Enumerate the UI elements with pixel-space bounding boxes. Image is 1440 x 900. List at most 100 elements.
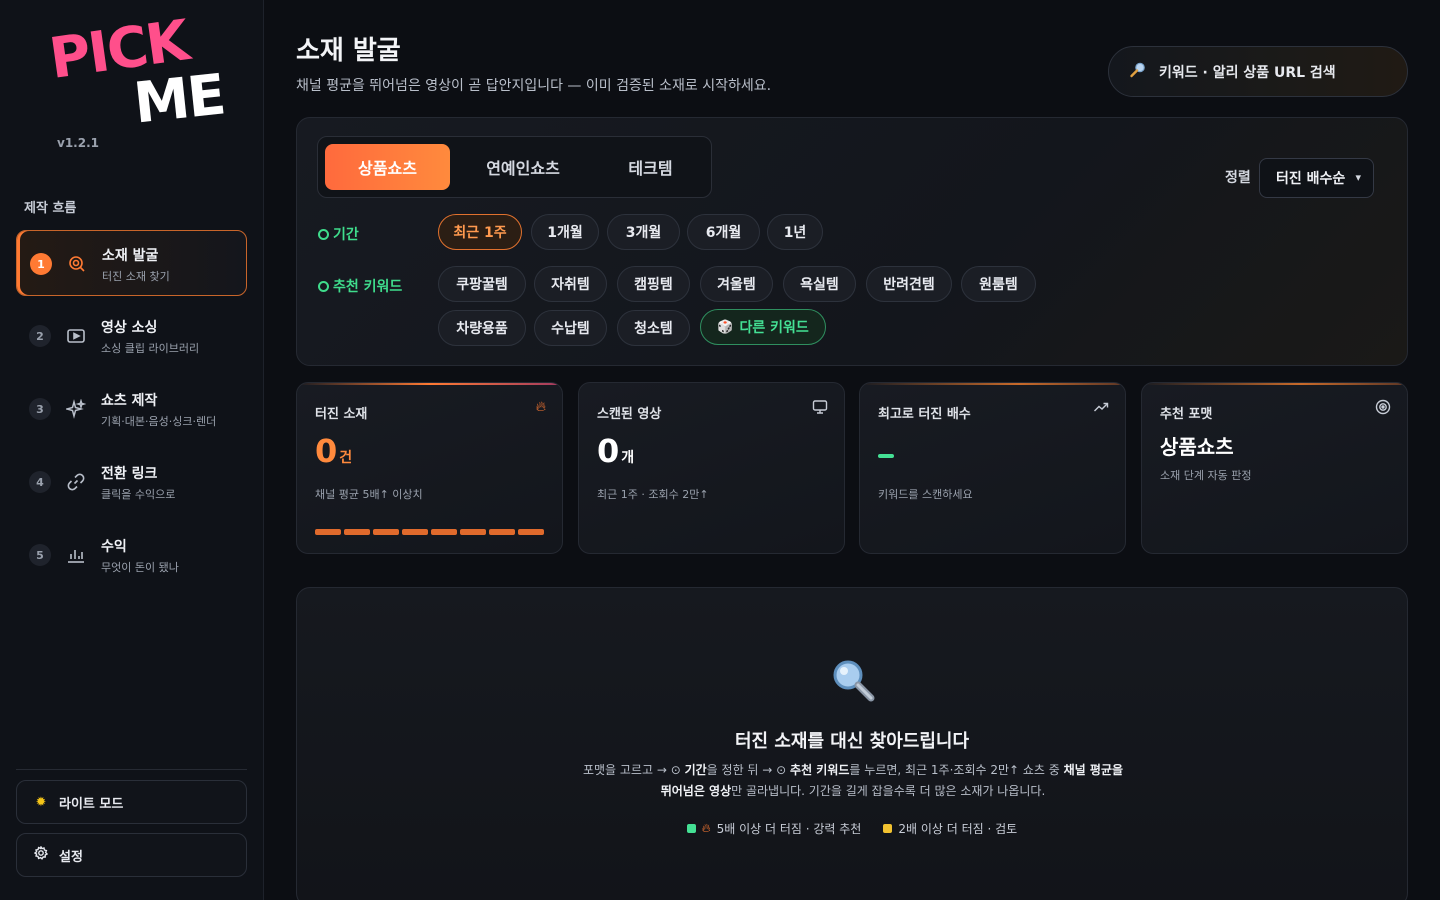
empty-value-dash — [878, 454, 894, 458]
sidebar-divider — [16, 769, 247, 770]
app-logo[interactable]: PICK ME — [46, 8, 228, 136]
flame-icon: 🔥︎ — [701, 821, 711, 835]
level-segment — [402, 529, 428, 535]
settings-label: 설정 — [59, 849, 83, 865]
keyword-chip[interactable]: 반려견템 — [866, 266, 952, 302]
stat-desc: 소재 단계 자동 판정 — [1160, 469, 1252, 482]
period-chip-6m[interactable]: 6개월 — [687, 214, 760, 250]
level-segment — [344, 529, 370, 535]
stat-card-best-multiplier: 최고로 터진 배수 키워드를 스캔하세요 — [859, 382, 1126, 554]
keyword-chip[interactable]: 수납템 — [534, 310, 607, 346]
stat-desc: 키워드를 스캔하세요 — [878, 488, 973, 501]
desc-part: 만 골라냅니다. 기간을 길게 잡을수록 더 많은 소재가 나옵니다. — [731, 784, 1046, 798]
tab-product-shorts[interactable]: 상품쇼츠 — [325, 144, 450, 190]
sort-select[interactable]: 터진 배수순 ▾ — [1259, 158, 1374, 198]
keyword-chip[interactable]: 욕실템 — [783, 266, 856, 302]
sort-label: 정렬 — [1225, 170, 1251, 186]
keyword-chip[interactable]: 차량용품 — [438, 310, 526, 346]
flame-icon: 🔥︎ — [535, 399, 546, 415]
keyword-chip[interactable]: 원룸템 — [961, 266, 1036, 302]
stat-desc: 채널 평균 5배↑ 이상치 — [315, 488, 423, 501]
light-mode-label: 라이트 모드 — [59, 796, 124, 812]
recommended-format: 상품쇼츠 — [1160, 435, 1234, 459]
period-label-text: 기간 — [333, 227, 359, 243]
sidebar-item-label: 소재 발굴 — [102, 248, 159, 264]
sidebar-item-desc: 소싱 클립 라이브러리 — [101, 342, 200, 355]
sun-icon: ✹ — [35, 794, 47, 810]
level-segment — [373, 529, 399, 535]
sidebar-item-discovery[interactable]: 1 소재 발굴 터진 소재 찾기 — [16, 230, 247, 296]
clock-icon — [318, 228, 329, 240]
stat-title: 최고로 터진 배수 — [878, 407, 971, 422]
sidebar-item-label: 전환 링크 — [101, 466, 158, 482]
sidebar-item-link[interactable]: 4 전환 링크 클릭을 수익으로 — [16, 449, 247, 515]
tab-celebrity-shorts[interactable]: 연예인쇼츠 — [458, 144, 588, 190]
period-chip-3m[interactable]: 3개월 — [607, 214, 680, 250]
keyword-chip[interactable]: 겨울템 — [700, 266, 773, 302]
settings-button[interactable]: 설정 — [16, 833, 247, 877]
period-chip-1y[interactable]: 1년 — [767, 214, 823, 250]
sparkle-icon — [64, 398, 87, 419]
search-target-icon — [67, 254, 87, 274]
stat-value-number: 0 — [315, 432, 338, 470]
stat-unit: 건 — [339, 450, 353, 466]
sort-value: 터진 배수순 — [1276, 171, 1346, 187]
dice-icon: 🎲 — [717, 319, 734, 335]
level-segment — [518, 529, 544, 535]
clock-icon: ⊙ — [670, 763, 685, 777]
card-accent-line — [1142, 383, 1407, 385]
keyword-chip[interactable]: 청소템 — [617, 310, 690, 346]
gear-icon — [33, 845, 49, 864]
sidebar: PICK ME v1.2.1 제작 흐름 1 소재 발굴 터진 소재 찾기 2 … — [0, 0, 264, 900]
target-small-icon: ⊙ — [776, 763, 791, 777]
desc-part: 를 누르면, 최근 1주·조회수 2만↑ 쇼츠 중 — [849, 763, 1064, 777]
stat-value: 0건 — [315, 435, 352, 467]
desc-strong: 추천 키워드 — [790, 763, 850, 777]
sidebar-item-desc: 클릭을 수익으로 — [101, 488, 176, 501]
stat-card-scanned: 스캔된 영상 0개 최근 1주 · 조회수 2만↑ — [578, 382, 845, 554]
desc-part: 을 정한 뒤 → — [706, 763, 777, 777]
sidebar-item-desc: 무엇이 돈이 됐나 — [101, 561, 179, 574]
sidebar-item-desc: 기획·대본·음성·싱크·렌더 — [101, 415, 217, 428]
stat-value-number: 0 — [597, 432, 620, 470]
step-number: 5 — [29, 544, 51, 566]
tab-tech-items[interactable]: 테크템 — [588, 144, 713, 190]
legend-swatch-yellow — [883, 824, 893, 833]
stat-title: 터진 소재 — [315, 407, 368, 422]
other-keyword-button[interactable]: 🎲 다른 키워드 — [700, 309, 826, 345]
period-chip-1w[interactable]: 최근 1주 — [438, 214, 522, 250]
level-segment — [489, 529, 515, 535]
keyword-chip[interactable]: 캠핑템 — [617, 266, 690, 302]
sidebar-item-label: 쇼츠 제작 — [101, 393, 158, 409]
format-tabs: 상품쇼츠 연예인쇼츠 테크템 — [317, 136, 712, 198]
filter-panel: 상품쇼츠 연예인쇼츠 테크템 정렬 터진 배수순 ▾ 기간 최근 1주 1개월 … — [296, 117, 1408, 366]
page-title: 소재 발굴 — [296, 36, 401, 66]
card-accent-line — [860, 383, 1125, 385]
sidebar-item-production[interactable]: 3 쇼츠 제작 기획·대본·음성·싱크·렌더 — [16, 376, 247, 442]
logo-me: ME — [130, 62, 228, 137]
keyword-chip[interactable]: 자취템 — [534, 266, 607, 302]
trend-up-icon — [1093, 399, 1109, 419]
sidebar-item-label: 영상 소싱 — [101, 320, 158, 336]
legend-item-review: 2배 이상 더 터짐 · 검토 — [883, 820, 1017, 837]
level-segment — [315, 529, 341, 535]
legend-label: 2배 이상 더 터짐 · 검토 — [898, 822, 1018, 836]
step-number: 3 — [29, 398, 51, 420]
light-mode-button[interactable]: ✹ 라이트 모드 — [16, 780, 247, 824]
target-icon — [1375, 399, 1391, 419]
target-small-icon — [318, 280, 329, 292]
sidebar-item-sourcing[interactable]: 2 영상 소싱 소싱 클립 라이브러리 — [16, 303, 247, 369]
sidebar-section-title: 제작 흐름 — [24, 201, 77, 216]
page-subtitle: 채널 평균을 뛰어넘은 영상이 곧 답안지입니다 — 이미 검증된 소재로 시작… — [296, 78, 772, 94]
empty-state-title: 터진 소재를 대신 찾아드립니다 — [734, 731, 970, 752]
period-chip-1m[interactable]: 1개월 — [531, 214, 599, 250]
stat-title: 스캔된 영상 — [597, 407, 662, 422]
empty-state-panel: 터진 소재를 대신 찾아드립니다 포맷을 고르고 → ⊙ 기간을 정한 뒤 → … — [296, 587, 1408, 900]
keyword-chip[interactable]: 쿠팡꿀템 — [438, 266, 526, 302]
stat-desc: 최근 1주 · 조회수 2만↑ — [597, 488, 709, 501]
search-input[interactable]: 키워드 · 알리 상품 URL 검색 — [1108, 46, 1408, 97]
sidebar-item-revenue[interactable]: 5 수익 무엇이 돈이 됐나 — [16, 522, 247, 588]
stat-card-format: 추천 포맷 상품쇼츠 소재 단계 자동 판정 — [1141, 382, 1408, 554]
step-number: 1 — [30, 253, 52, 275]
desc-strong: 기간 — [684, 763, 707, 777]
